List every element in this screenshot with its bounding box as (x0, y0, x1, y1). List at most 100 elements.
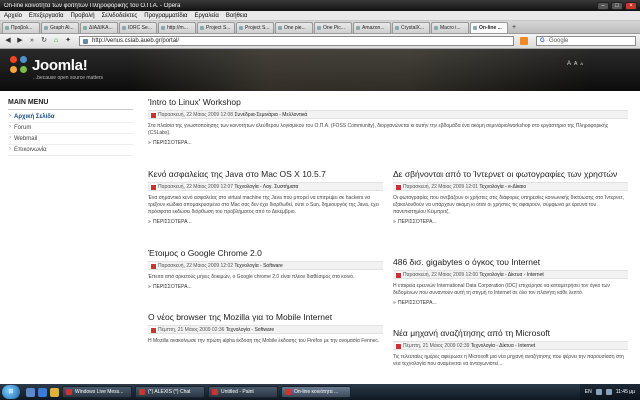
read-more-link[interactable]: ΠΕΡΙΣΣΟΤΕΡΑ... (148, 219, 192, 225)
article-meta: Πέμπτη, 21 Μάιος 2009 02:39 Τεχνολογία -… (393, 341, 628, 350)
browser-tab-active[interactable]: On-line ... (470, 22, 508, 33)
menu-tools[interactable]: Εργαλεία (194, 13, 218, 19)
window-title: On-line κοινότητα των φοιτητών Πληροφορι… (4, 2, 181, 9)
menu-item-home[interactable]: Αρχική Σελίδα (8, 112, 133, 123)
volume-icon[interactable] (605, 389, 612, 395)
site-header: Joomla! ...because open source matters A… (0, 49, 640, 91)
browser-tab[interactable]: IDRC Se... (119, 22, 157, 33)
folder-icon[interactable] (50, 387, 59, 397)
taskbar-task[interactable]: (*) ALEXIS (*) Chat (135, 386, 205, 398)
window-controls: – □ × (597, 1, 640, 10)
browser-tab[interactable]: One Pic... (314, 22, 352, 33)
minimize-button[interactable]: – (597, 1, 609, 10)
menu-widgets[interactable]: Προγραμματίδια (144, 13, 187, 19)
article-body: Τις τελευταίες ημέρες αφιέρωσε η Microso… (393, 354, 624, 367)
main-menu: MAIN MENU Αρχική Σελίδα Forum Webmail Επ… (8, 99, 133, 156)
article-meta: Παρασκευή, 22 Μάιος 2009 12:00 Τεχνολογί… (393, 270, 628, 279)
menu-bar: Αρχείο Επεξεργασία Προβολή Σελιδοδείκτες… (0, 11, 640, 21)
header-background (130, 49, 590, 91)
web-page: Joomla! ...because open source matters A… (0, 49, 640, 384)
article-item: 486 δισ. gigabytes ο όγκος του Internet … (393, 257, 628, 306)
article-title[interactable]: 486 δισ. gigabytes ο όγκος του Internet (393, 257, 628, 267)
article-body: Οι φωτογραφίες που ανεβάζουν οι χρήστες … (393, 195, 625, 215)
browser-tab[interactable]: ΔΙΑΔΙΚΑ... (80, 22, 118, 33)
fast-forward-icon[interactable]: » (27, 36, 37, 46)
read-more-link[interactable]: ΠΕΡΙΣΣΟΤΕΡΑ... (393, 219, 437, 225)
joomla-logo-icon (10, 56, 28, 74)
font-reset-button[interactable]: A (574, 61, 577, 67)
taskbar-task[interactable]: Windows Live Mess... (62, 386, 132, 398)
menu-file[interactable]: Αρχείο (4, 13, 22, 19)
taskbar-task-active[interactable]: On-line κοινότητα ... (281, 386, 351, 398)
browser-tab[interactable]: Project S... (236, 22, 274, 33)
browser-tab[interactable]: CrystalX... (392, 22, 430, 33)
tab-bar: Προβολ... Graph Al... ΔΙΑΔΙΚΑ... IDRC Se… (0, 21, 640, 34)
read-more-link[interactable]: ΠΕΡΙΣΣΟΤΕΡΑ... (148, 284, 192, 290)
article-meta: Παρασκευή, 22 Μάιος 2009 12:01 Τεχνολογί… (393, 182, 628, 191)
quick-launch (26, 387, 59, 397)
main-menu-title: MAIN MENU (8, 99, 133, 110)
article-meta: Παρασκευή, 22 Μάιος 2009 12:02 Τεχνολογί… (148, 261, 383, 270)
show-desktop-icon[interactable] (26, 387, 35, 397)
browser-tab[interactable]: Project S... (197, 22, 235, 33)
article-title[interactable]: Έτοιμος ο Google Chrome 2.0 (148, 248, 383, 258)
article-body: Στα πλαίσια της γνωστοποίησης των κοινοτ… (148, 123, 609, 136)
menu-view[interactable]: Προβολή (71, 13, 95, 19)
article-body: Η εταιρεία ερευνών International Data Co… (393, 283, 610, 296)
menu-help[interactable]: Βοήθεια (226, 13, 248, 19)
ie-icon[interactable] (38, 387, 47, 397)
browser-tab[interactable]: Graph Al... (41, 22, 79, 33)
site-logo[interactable]: Joomla! (10, 56, 88, 74)
back-icon[interactable]: ◀ (3, 36, 13, 46)
article-title[interactable]: Ο νέος browser της Mozilla για το Mobile… (148, 312, 383, 322)
article-meta: Παρασκευή, 22 Μάιος 2009 12:07 Τεχνολογί… (148, 182, 383, 191)
article-item: Δε σβήνονται από το Ίντερνετ οι φωτογραφ… (393, 169, 628, 225)
forward-icon[interactable]: ▶ (15, 36, 25, 46)
network-icon[interactable] (595, 389, 602, 395)
article-title[interactable]: Κενό ασφαλείας της Java στο Mac OS X 10.… (148, 169, 383, 179)
maximize-button[interactable]: □ (611, 1, 623, 10)
article-title[interactable]: Νέα μηχανή αναζήτησης από τη Microsoft (393, 328, 628, 338)
site-tagline: ...because open source matters (33, 75, 104, 81)
taskbar-task[interactable]: Untitled - Paint (208, 386, 278, 398)
menu-item-webmail[interactable]: Webmail (8, 134, 133, 145)
new-tab-button[interactable]: + (509, 24, 519, 33)
menu-item-contact[interactable]: Επικοινωνία (8, 145, 133, 156)
browser-tab[interactable]: One pie... (275, 22, 313, 33)
address-input[interactable]: http://venus.cslab.aueb.gr/portal/ (79, 36, 514, 46)
article-meta: Παρασκευή, 22 Μάιος 2009 12:08 Συνέδρια-… (148, 110, 628, 119)
menu-edit[interactable]: Επεξεργασία (29, 13, 64, 19)
browser-tab[interactable]: Amazon... (353, 22, 391, 33)
logo-text: Joomla! (32, 56, 88, 74)
system-tray: EN 11:45 μμ (579, 384, 640, 400)
menu-bookmarks[interactable]: Σελιδοδείκτες (102, 13, 138, 19)
browser-tab[interactable]: Macro i... (431, 22, 469, 33)
windows-taskbar: ⊞ Windows Live Mess... (*) ALEXIS (*) Ch… (0, 384, 640, 400)
home-icon[interactable]: ⌂ (51, 36, 61, 46)
font-decrease-button[interactable]: A (580, 61, 583, 67)
article-item: Κενό ασφαλείας της Java στο Mac OS X 10.… (148, 169, 383, 225)
article-title[interactable]: Δε σβήνονται από το Ίντερνετ οι φωτογραφ… (393, 169, 628, 179)
read-more-link[interactable]: ΠΕΡΙΣΣΟΤΕΡΑ... (148, 140, 192, 146)
article-item: Ο νέος browser της Mozilla για το Mobile… (148, 312, 383, 345)
browser-tab[interactable]: http://m... (158, 22, 196, 33)
article-item: Νέα μηχανή αναζήτησης από τη Microsoft Π… (393, 328, 628, 368)
search-input[interactable]: Google (536, 36, 636, 46)
article-title[interactable]: 'Intro to Linux' Workshop (148, 97, 628, 107)
wand-icon[interactable]: ✦ (63, 36, 73, 46)
clock[interactable]: 11:45 μμ (616, 389, 635, 395)
window-titlebar: On-line κοινότητα των φοιτητών Πληροφορι… (0, 0, 640, 11)
close-button[interactable]: × (625, 1, 637, 10)
language-indicator[interactable]: EN (585, 389, 592, 395)
article-meta: Πέμπτη, 21 Μάιος 2009 02:36 Τεχνολογία -… (148, 325, 383, 334)
start-button[interactable]: ⊞ (2, 385, 20, 399)
browser-tab[interactable]: Προβολ... (2, 22, 40, 33)
menu-item-forum[interactable]: Forum (8, 123, 133, 134)
read-more-link[interactable]: ΠΕΡΙΣΣΟΤΕΡΑ... (393, 300, 437, 306)
rss-icon[interactable] (520, 37, 528, 45)
reload-icon[interactable]: ↻ (39, 36, 49, 46)
font-increase-button[interactable]: A (567, 61, 571, 67)
article-featured: 'Intro to Linux' Workshop Παρασκευή, 22 … (148, 97, 628, 146)
article-body: Η Mozilla ανακοίνωσε την πρώτη alpha έκδ… (148, 338, 380, 344)
article-body: Έπειτα από αρκετούς μήνες δοκιμών, ο Goo… (148, 274, 355, 280)
